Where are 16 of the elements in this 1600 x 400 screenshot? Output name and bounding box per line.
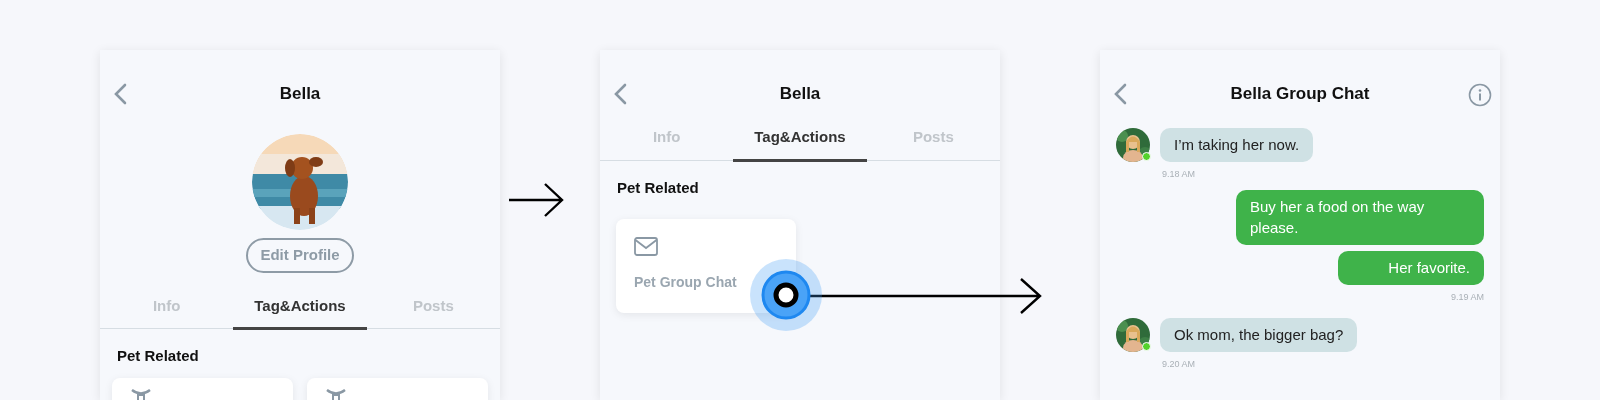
tab[interactable]: Tag&Actions bbox=[733, 118, 867, 162]
tab[interactable]: Tag&Actions bbox=[233, 286, 367, 330]
section-heading: Pet Related bbox=[617, 177, 700, 198]
screen-title: Bella bbox=[779, 83, 821, 106]
message-time: 9.18 AM bbox=[1162, 168, 1197, 181]
message-bubble: Buy her a food on the way please. bbox=[1236, 189, 1484, 245]
message-bubble: Her favorite. bbox=[1338, 251, 1484, 285]
action-card[interactable]: Pet Group Chat bbox=[616, 219, 796, 313]
message-time: 9.19 AM bbox=[1450, 290, 1484, 304]
message-bubble: Ok mom, the bigger bag? bbox=[1160, 318, 1358, 353]
message-bubble: I’m taking her now. bbox=[1160, 128, 1314, 162]
screen-title: Bella bbox=[279, 83, 321, 106]
message-time: 9.20 AM bbox=[1162, 358, 1197, 372]
edit-profile-button[interactable]: Edit Profile bbox=[246, 238, 354, 273]
screen-title: Bella Group Chat bbox=[1230, 83, 1370, 106]
section-heading: Pet Related bbox=[117, 346, 200, 366]
